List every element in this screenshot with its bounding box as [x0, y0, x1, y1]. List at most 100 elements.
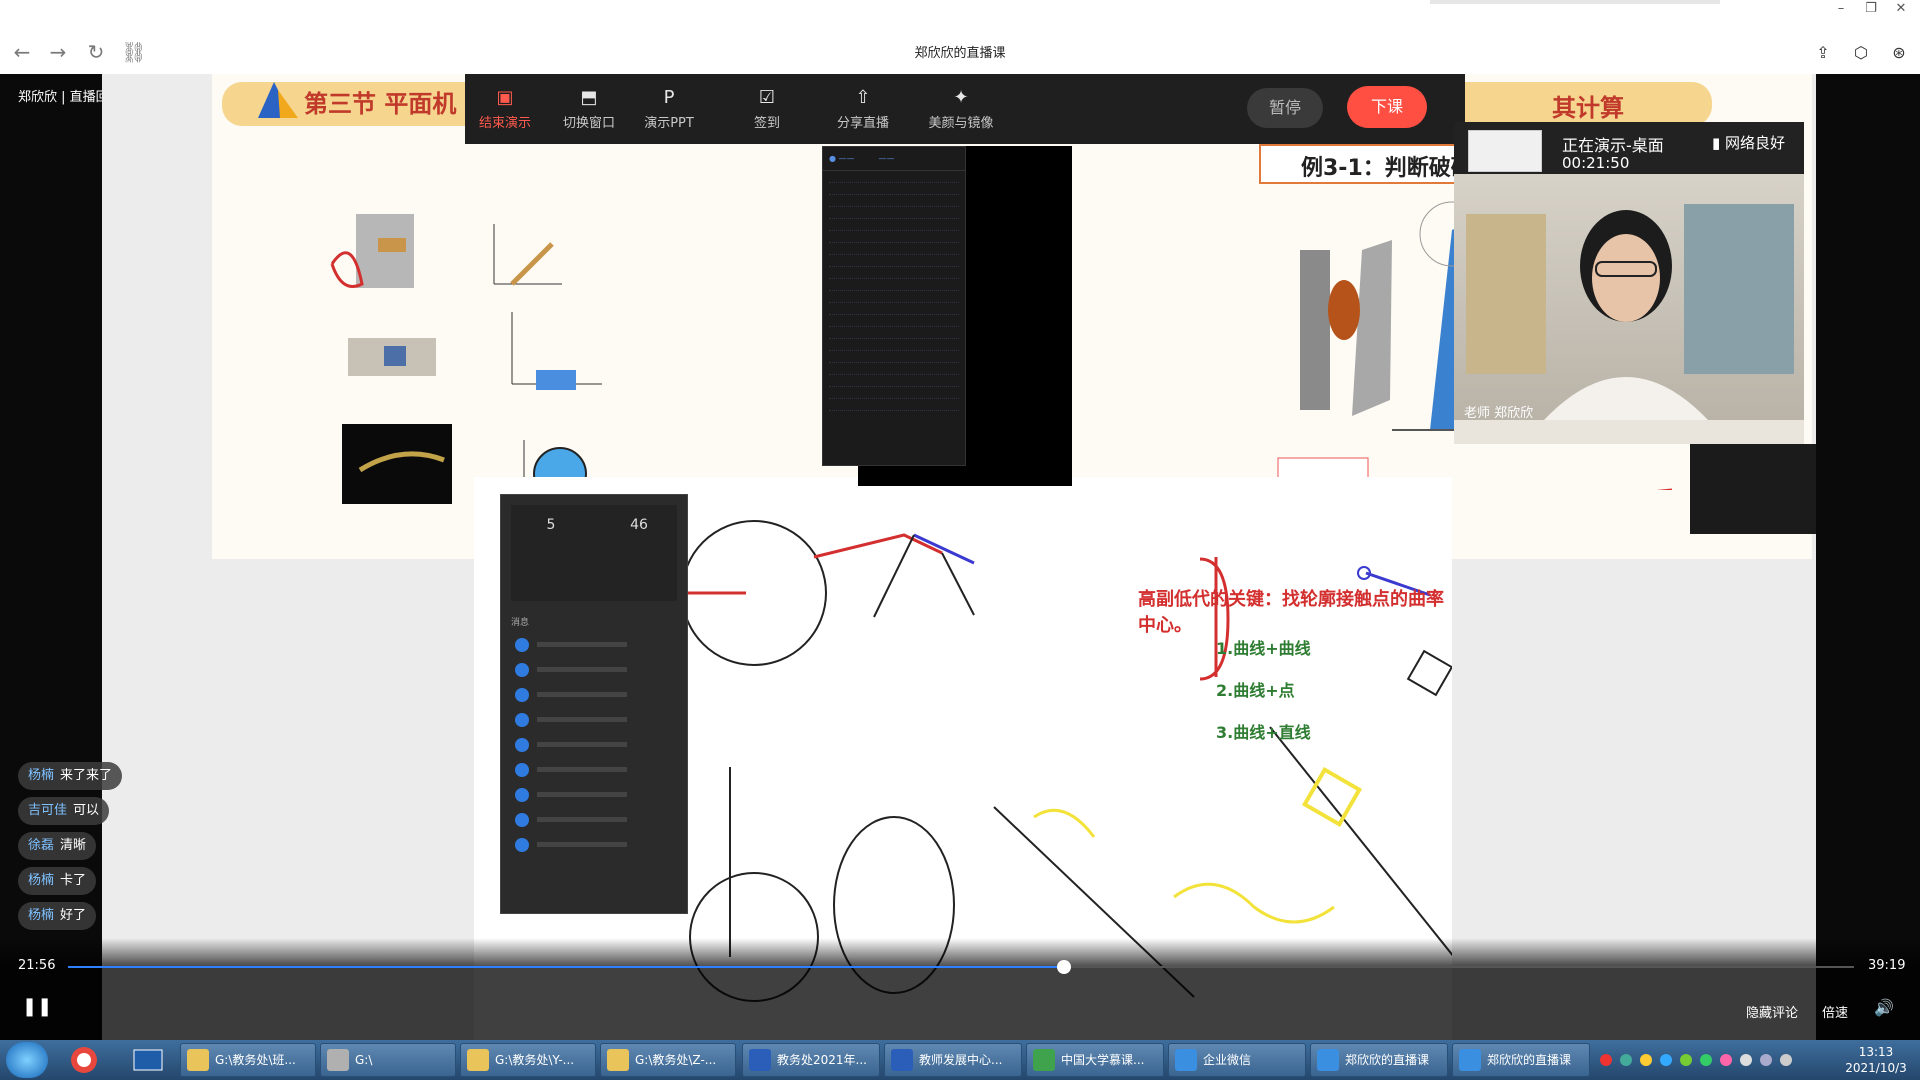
- presenting-status: 正在演示-桌面 00:21:50 ▮ 网络良好: [1454, 122, 1804, 174]
- taskbar-item[interactable]: 郑欣欣的直播课: [1310, 1043, 1448, 1077]
- sail-logo-icon: [258, 82, 298, 118]
- comment-item: 徐磊 清晰: [18, 832, 97, 860]
- close-button[interactable]: ✕: [1886, 0, 1916, 20]
- taskbar-item-label: G:\教务处\Y-...: [495, 1053, 575, 1067]
- tool-beauty-mirror[interactable]: ✦ 美颜与镜像: [921, 87, 1001, 132]
- cube-icon[interactable]: ⬡: [1848, 40, 1874, 66]
- screen-icon: ▣: [496, 87, 514, 108]
- ghost-bar: [1430, 0, 1720, 4]
- message-item: [511, 757, 677, 782]
- presenting-label: 正在演示-桌面: [1562, 136, 1664, 155]
- avatar-icon: [515, 738, 529, 752]
- taskbar-item[interactable]: 教务处2021年...: [742, 1043, 880, 1077]
- section-title: 第三节 平面机: [304, 90, 457, 118]
- taskbar-item[interactable]: 中国大学慕课...: [1026, 1043, 1164, 1077]
- taskbar-item-label: 企业微信: [1203, 1053, 1252, 1067]
- share-icon: ⇧: [855, 87, 871, 108]
- case-1: 1.曲线+曲线: [1216, 639, 1311, 658]
- tool-switch-window[interactable]: ⬒ 切换窗口: [549, 88, 629, 132]
- comment-item: 杨楠 来了来了: [18, 762, 123, 790]
- message-item: [511, 832, 677, 857]
- share-icon[interactable]: ⇪: [1810, 40, 1836, 66]
- stats-panel[interactable]: 5 46 消息: [500, 494, 688, 914]
- tool-end-demo[interactable]: ▣ 结束演示: [465, 87, 545, 132]
- comment-item: 吉可佳 可以: [18, 797, 110, 825]
- title-bar: ← → ↻ ⛓ 郑欣欣的直播课 – ❐ ✕ ⇪ ⬡ ⊛: [0, 0, 1920, 74]
- current-time: 21:56: [18, 958, 56, 973]
- stat-left: 5: [511, 517, 591, 533]
- app-icon: [607, 1049, 629, 1071]
- comment-user: 吉可佳: [28, 803, 68, 818]
- end-class-button[interactable]: 下课: [1347, 86, 1427, 128]
- avatar-icon: [515, 663, 529, 677]
- comment-user: 杨楠: [28, 873, 55, 888]
- hide-comments-button[interactable]: 隐藏评论: [1746, 1002, 1798, 1021]
- case-3: 3.曲线+直线: [1216, 723, 1311, 742]
- section-title-right: 其计算: [1552, 94, 1624, 122]
- avatar-icon: [515, 713, 529, 727]
- camera-window[interactable]: 正在演示-桌面 00:21:50 ▮ 网络良好 老师 郑欣欣: [1454, 122, 1804, 444]
- taskbar-item-label: 郑欣欣的直播课: [1487, 1053, 1572, 1067]
- network-status: ▮ 网络良好: [1712, 132, 1785, 153]
- sparkle-icon: ✦: [953, 87, 969, 108]
- taskbar-item[interactable]: G:\: [320, 1043, 456, 1077]
- avatar-icon: [515, 838, 529, 852]
- tool-label: 签到: [753, 116, 780, 131]
- pause-button[interactable]: 暂停: [1247, 88, 1323, 128]
- taskbar-item[interactable]: 教师发展中心...: [884, 1043, 1022, 1077]
- comment-user: 杨楠: [28, 768, 55, 783]
- progress-bar[interactable]: [68, 960, 1854, 974]
- app-icon: [749, 1049, 771, 1071]
- video-player[interactable]: 郑欣欣 | 直播回放 第三节 平面机 其计算 例3-1：判断破碎机是否 高副低代…: [0, 74, 1920, 1040]
- quicklaunch-icon[interactable]: [64, 1044, 104, 1076]
- comment-user: 杨楠: [28, 908, 55, 923]
- desktop-icon[interactable]: [128, 1044, 168, 1076]
- message-item: [511, 632, 677, 657]
- comment-item: 杨楠 卡了: [18, 867, 97, 895]
- ppt-icon: P: [663, 87, 675, 108]
- duration: 39:19: [1868, 958, 1906, 973]
- app-icon: [187, 1049, 209, 1071]
- avatar-icon: [515, 788, 529, 802]
- restore-button[interactable]: ❐: [1856, 0, 1886, 20]
- clock-date: 2021/10/3: [1845, 1061, 1907, 1075]
- window-title: 郑欣欣的直播课: [914, 46, 1006, 61]
- taskbar-item-label: G:\教务处\Z-...: [635, 1053, 717, 1067]
- tool-sign-in[interactable]: ☑ 签到: [727, 88, 807, 132]
- stats-box: 5 46: [511, 505, 677, 601]
- taskbar-item[interactable]: 企业微信: [1168, 1043, 1306, 1077]
- volume-icon[interactable]: 🔊: [1874, 998, 1894, 1017]
- start-button[interactable]: [6, 1042, 48, 1078]
- taskbar-item[interactable]: G:\教务处\Y-...: [460, 1043, 596, 1077]
- taskbar-item-label: G:\教务处\班...: [215, 1053, 296, 1067]
- message-item: [511, 682, 677, 707]
- avatar-icon: [515, 688, 529, 702]
- progress-handle[interactable]: [1057, 960, 1072, 974]
- taskbar-item[interactable]: G:\教务处\班...: [180, 1043, 316, 1077]
- system-tray[interactable]: [1596, 1040, 1826, 1080]
- tool-present-ppt[interactable]: P 演示PPT: [629, 87, 709, 132]
- clock[interactable]: 13:13 2021/10/3: [1836, 1044, 1916, 1076]
- tool-share-live[interactable]: ⇧ 分享直播: [823, 87, 903, 132]
- message-item: [511, 732, 677, 757]
- taskbar-item[interactable]: G:\教务处\Z-...: [600, 1043, 736, 1077]
- member-list-panel[interactable]: ● —— ——: [822, 146, 966, 466]
- taskbar-item[interactable]: 郑欣欣的直播课: [1452, 1043, 1590, 1077]
- pause-icon[interactable]: ❚❚: [22, 996, 52, 1017]
- stat-right: 46: [599, 517, 679, 533]
- speed-button[interactable]: 倍速: [1822, 1002, 1848, 1021]
- gift-icon[interactable]: ⊛: [1886, 40, 1912, 66]
- taskbar-item-label: 教务处2021年...: [777, 1053, 867, 1067]
- member-tabs[interactable]: ● —— ——: [823, 147, 965, 171]
- joint-diagrams: [330, 214, 602, 506]
- stat-right-value: 46: [630, 517, 648, 533]
- teacher-figure: [1466, 204, 1794, 420]
- app-icon: [1317, 1049, 1339, 1071]
- message-item: [511, 657, 677, 682]
- stat-left-value: 5: [546, 517, 556, 533]
- tool-label: 分享直播: [836, 116, 889, 131]
- teacher-video: 老师 郑欣欣: [1454, 174, 1804, 421]
- avatar-icon: [515, 763, 529, 777]
- minimize-button[interactable]: –: [1826, 0, 1856, 20]
- comment-text: 好了: [60, 908, 87, 923]
